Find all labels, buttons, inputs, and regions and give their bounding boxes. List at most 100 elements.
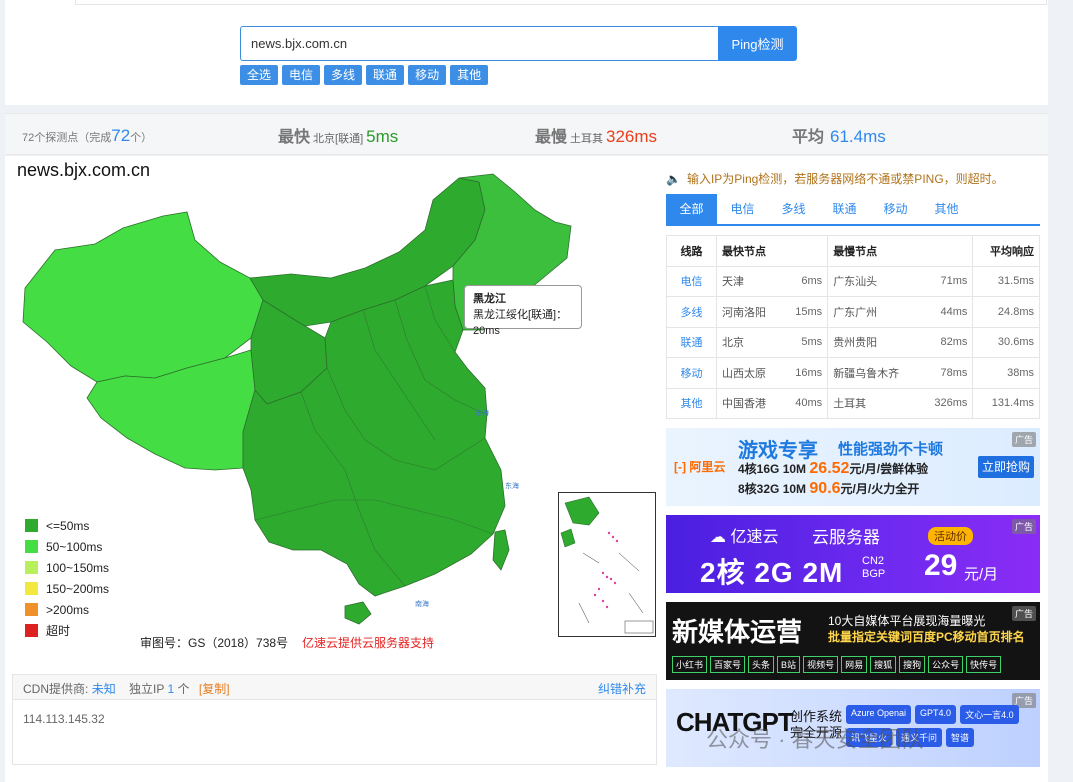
stats-bar: 72个探测点（完成72个） 最快 北京[联通] 5ms 最慢 土耳其 326ms 平均 6…: [5, 113, 1048, 155]
ad-banner-new-media[interactable]: 广告 新媒体运营 10大自媒体平台展现海量曝光 批量指定关键词百度PC移动首页排…: [666, 602, 1040, 680]
ad-tag: 广告: [1011, 606, 1036, 621]
ad1-price1: 26.52: [809, 460, 850, 477]
ad2-spec: 2核 2G 2M: [700, 557, 844, 588]
average-label: 平均: [792, 129, 825, 146]
avg-ms: 30.6ms: [972, 326, 1040, 358]
ad1-buy-button[interactable]: 立即抢购: [978, 456, 1034, 478]
table-row: 其他 中国香港 40ms 土耳其 326ms 131.4ms: [666, 387, 1040, 419]
platform-chip: 头条: [748, 656, 775, 673]
ad1-title: 游戏专享: [738, 440, 818, 462]
avg-ms: 31.5ms: [972, 265, 1040, 297]
table-row: 电信 天津 6ms 广东汕头 71ms 31.5ms: [666, 265, 1040, 297]
chip-all[interactable]: 全选: [240, 65, 279, 85]
map-region-hainan: [344, 601, 372, 625]
legend-label: <=50ms: [46, 518, 90, 533]
slowest-label: 最慢: [535, 129, 568, 146]
cdn-panel: CDN提供商: 未知 独立IP 1 个 [复制] 纠错补充 114.113.14…: [12, 674, 657, 765]
ping-notice: 🔈 输入IP为Ping检测，若服务器网络不通或禁PING，则超时。: [666, 170, 1004, 187]
node-count-suffix: 个）: [130, 132, 153, 144]
legend-swatch: [25, 624, 38, 637]
cdn-label: CDN提供商:: [23, 682, 89, 696]
line-tabs: 全部 电信 多线 联通 移动 其他: [666, 194, 1040, 226]
aliyun-logo: [-] 阿里云: [674, 458, 725, 475]
chip-multiline[interactable]: 多线: [324, 65, 363, 85]
legend-item: >200ms: [25, 599, 109, 620]
tab-mobile[interactable]: 移动: [870, 194, 921, 224]
slow-node: 新疆乌鲁木齐: [827, 357, 921, 389]
slow-ms: 71ms: [920, 265, 974, 297]
ad3-line2: 批量指定关键词百度PC移动首页排名: [828, 630, 1025, 644]
header-slowest: 最慢节点: [827, 235, 974, 267]
table-row: 多线 河南洛阳 15ms 广东广州 44ms 24.8ms: [666, 296, 1040, 328]
copy-ip-button[interactable]: [复制]: [199, 682, 230, 696]
chip-mobile[interactable]: 移动: [408, 65, 447, 85]
platform-chip: 搜狐: [870, 656, 897, 673]
platform-chip: 网易: [841, 656, 868, 673]
ip-label: 独立IP: [129, 682, 165, 696]
fast-node: 河南洛阳: [716, 296, 783, 328]
legend-item: 50~100ms: [25, 536, 109, 557]
fast-node: 中国香港: [716, 387, 783, 419]
tab-unicom[interactable]: 联通: [819, 194, 870, 224]
legend-label: 100~150ms: [46, 560, 110, 575]
line-link[interactable]: 联通: [666, 326, 717, 358]
line-link[interactable]: 电信: [666, 265, 717, 297]
line-link[interactable]: 其他: [666, 387, 717, 419]
line-link[interactable]: 移动: [666, 357, 717, 389]
map-region-taiwan: [492, 529, 510, 571]
south-china-sea-inset: [558, 492, 656, 637]
results-table: 线路 最快节点 最慢节点 平均响应 电信 天津 6ms 广东汕头 71ms 31…: [666, 235, 1040, 419]
report-fix-link[interactable]: 纠错补充: [598, 680, 646, 697]
header-average: 平均响应: [972, 235, 1040, 267]
average-stat: 平均 61.4ms: [792, 123, 886, 147]
ad1-price2: 90.6: [809, 480, 841, 497]
cloud-sponsor-link[interactable]: 亿速云提供云服务器支持: [302, 634, 434, 651]
tab-all[interactable]: 全部: [666, 194, 717, 224]
legend-swatch: [25, 561, 38, 574]
ad-tag: 广告: [1011, 519, 1036, 534]
slow-node: 土耳其: [827, 387, 921, 419]
search-input[interactable]: [240, 26, 718, 61]
table-row: 移动 山西太原 16ms 新疆乌鲁木齐 78ms 38ms: [666, 357, 1040, 389]
tab-multiline[interactable]: 多线: [768, 194, 819, 224]
wechat-watermark: 公众号 · 春天安全团队: [706, 727, 924, 752]
chip-unicom[interactable]: 联通: [366, 65, 405, 85]
header-fastest: 最快节点: [715, 235, 829, 267]
ad1-slogan: 性能强劲不卡顿: [838, 441, 944, 458]
ad-banner-aliyun[interactable]: 广告 游戏专享 性能强劲不卡顿 [-] 阿里云 4核16G 10M 26.52元…: [666, 428, 1040, 506]
chip-telecom[interactable]: 电信: [282, 65, 321, 85]
ad2-brand-text: 亿速云: [730, 529, 779, 546]
legend-item: 超时: [25, 620, 109, 641]
platform-chip: 小红书: [672, 656, 708, 673]
aliyun-bracket-icon: [-]: [674, 460, 686, 474]
svg-text:东海: 东海: [505, 481, 519, 490]
ping-button[interactable]: Ping检测: [718, 26, 797, 61]
platform-chip: B站: [777, 656, 801, 673]
table-header-row: 线路 最快节点 最慢节点 平均响应: [666, 235, 1040, 267]
line-link[interactable]: 多线: [666, 296, 717, 328]
legend-swatch: [25, 519, 38, 532]
ad1-unit1: 元/月/尝鲜体验: [849, 462, 929, 476]
fast-ms: 6ms: [782, 265, 829, 297]
ad1-brand: 阿里云: [689, 460, 726, 474]
ip-list: 114.113.145.32: [13, 700, 656, 738]
slow-node: 广东广州: [827, 296, 921, 328]
ad3-line1: 10大自媒体平台展现海量曝光: [828, 614, 986, 628]
legend-item: 100~150ms: [25, 557, 109, 578]
ad1-spec1: 4核16G 10M: [738, 462, 807, 476]
tooltip-title: 黑龙江: [473, 293, 506, 305]
tab-telecom[interactable]: 电信: [717, 194, 768, 224]
tooltip-detail: 黑龙江绥化[联通]：20ms: [473, 309, 568, 337]
slowest-value: 326ms: [606, 127, 658, 146]
cdn-provider: 未知: [91, 682, 116, 696]
legend-item: 150~200ms: [25, 578, 109, 599]
slow-ms: 82ms: [920, 326, 974, 358]
line-filter-chips: 全选 电信 多线 联通 移动 其他: [240, 65, 489, 85]
chip-other[interactable]: 其他: [450, 65, 489, 85]
fast-ms: 16ms: [782, 357, 829, 389]
ad-banner-yisu[interactable]: 广告 ☁ 亿速云 云服务器 活动价 2核 2G 2M CN2 BGP 29 元/月: [666, 515, 1040, 593]
svg-text:南海: 南海: [415, 599, 429, 608]
tab-other[interactable]: 其他: [921, 194, 972, 224]
svg-text:东海: 东海: [475, 408, 489, 417]
slow-node: 广东汕头: [827, 265, 921, 297]
